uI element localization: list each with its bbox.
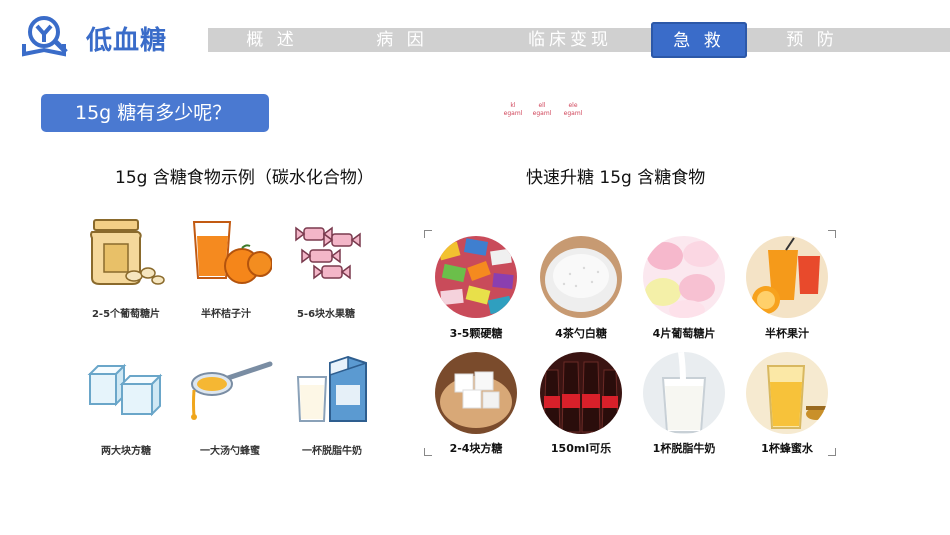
cola-photo [540,352,622,434]
food-label: 两大块方糖 [101,446,151,457]
tab-overview[interactable]: 概 述 [222,28,322,52]
left-caption: 15g 含糖食物示例（碳水化合物） [115,168,374,188]
frame-corner [424,448,432,456]
food-label: 3-5颗硬糖 [449,327,503,340]
frame-corner [828,230,836,238]
food-label: 1杯蜂蜜水 [761,442,813,455]
milk-photo [643,352,725,434]
honey-water-photo [746,352,828,434]
food-label: 5-6块水果糖 [296,309,356,320]
logo-icon [22,14,72,58]
tiny-label: kl egaml [503,102,523,117]
food-label: 150ml可乐 [550,442,612,455]
right-caption: 快速升糖 15g 含糖食物 [526,168,706,188]
sugar-cube-icon [86,360,166,424]
tab-clinical[interactable]: 临床变现 [515,28,625,52]
candy-icon [292,220,370,290]
food-label: 一杯脱脂牛奶 [302,446,362,457]
tab-prevention[interactable]: 预 防 [762,28,862,52]
tab-causes[interactable]: 病 因 [352,28,452,52]
brand-title: 低血糖 [86,26,168,56]
food-label: 2-4块方糖 [449,442,503,455]
section-title: 15g 糖有多少呢？ [41,94,269,132]
food-label: 4茶勺白糖 [555,327,607,340]
orange-juice-icon [190,218,273,292]
food-label: 4片葡萄糖片 [652,327,716,340]
food-label: 半杯果汁 [765,327,809,340]
glucose-jar-icon [86,218,166,294]
tiny-label: ell egaml [532,102,552,117]
hard-candy-photo [435,236,517,318]
honey-spoon-icon [188,360,274,426]
frame-corner [424,230,432,238]
food-label: 1杯脱脂牛奶 [652,442,716,455]
juice-photo [746,236,828,318]
food-label: 一大汤勺蜂蜜 [200,446,260,457]
sugar-cube-photo [435,352,517,434]
glucose-tablet-photo [643,236,725,318]
tiny-label: ele egaml [563,102,583,117]
frame-corner [828,448,836,456]
food-label: 2-5个葡萄糖片 [91,309,161,320]
milk-carton-icon [296,355,370,429]
food-label: 半杯桔子汁 [201,309,251,320]
tab-first-aid[interactable]: 急 救 [651,22,747,58]
white-sugar-photo [540,236,622,318]
